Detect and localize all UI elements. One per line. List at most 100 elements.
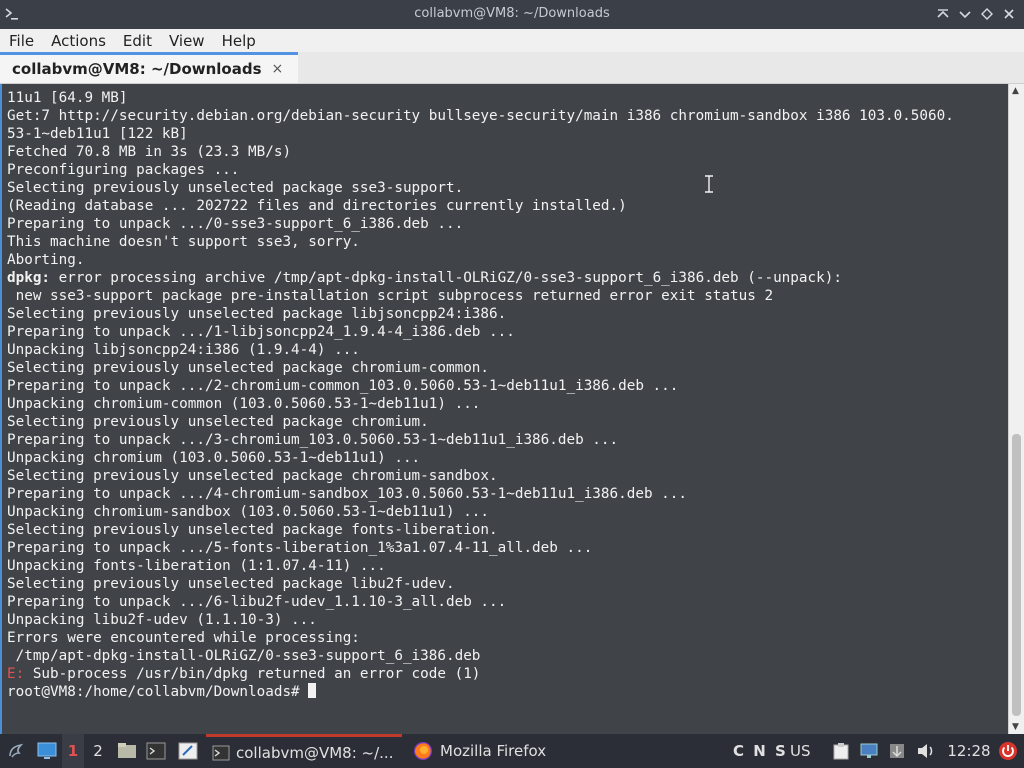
workspace-2[interactable]: 2 <box>88 734 108 768</box>
clock[interactable]: 12:28 <box>944 734 994 768</box>
terminal-line: (Reading database ... 202722 files and d… <box>7 197 954 215</box>
terminal-line-text: 53-1~deb11u1 [122 kB] <box>7 126 188 142</box>
task-terminal[interactable]: collabvm@VM8: ~/... <box>206 734 402 768</box>
tab-label: collabvm@VM8: ~/Downloads <box>12 60 262 78</box>
terminal-line-text: Unpacking libu2f-udev (1.1.10-3) ... <box>7 612 317 628</box>
maximize-icon[interactable] <box>934 5 952 23</box>
terminal-line: Preparing to unpack .../0-sse3-support_6… <box>7 215 954 233</box>
scroll-down-icon[interactable]: ▼ <box>1012 722 1019 732</box>
minimize-icon[interactable] <box>956 5 974 23</box>
terminal-line-text: Preparing to unpack .../5-fonts-liberati… <box>7 540 593 556</box>
file-manager-icon[interactable] <box>114 734 140 768</box>
terminal-line: Selecting previously unselected package … <box>7 413 954 431</box>
scrollbar-thumb[interactable] <box>1012 434 1021 716</box>
terminal-line: Preparing to unpack .../5-fonts-liberati… <box>7 539 954 557</box>
terminal-line-text: Preparing to unpack .../4-chromium-sandb… <box>7 486 687 502</box>
terminal-line: Unpacking chromium-common (103.0.5060.53… <box>7 395 954 413</box>
terminal-line: Preparing to unpack .../2-chromium-commo… <box>7 377 954 395</box>
tab-bar: collabvm@VM8: ~/Downloads × <box>0 52 1024 84</box>
terminal-line-text: Preconfiguring packages ... <box>7 162 240 178</box>
error-prefix: E: <box>7 666 25 682</box>
terminal-line: Selecting previously unselected package … <box>7 467 954 485</box>
volume-icon[interactable] <box>914 734 938 768</box>
task-terminal-label: collabvm@VM8: ~/... <box>236 743 394 762</box>
workspace-1[interactable]: 1 <box>62 734 84 768</box>
terminal-icon <box>212 745 230 760</box>
firefox-icon <box>414 742 432 760</box>
terminal-line-text: Selecting previously unselected package … <box>7 360 490 376</box>
terminal-line: Fetched 70.8 MB in 3s (23.3 MB/s) <box>7 143 954 161</box>
terminal-line-text: (Reading database ... 202722 files and d… <box>7 198 627 214</box>
updates-icon[interactable] <box>886 734 908 768</box>
terminal-launcher-icon[interactable] <box>144 734 168 768</box>
menu-actions[interactable]: Actions <box>42 32 114 50</box>
terminal-line-text: Selecting previously unselected package … <box>7 522 498 538</box>
text-editor-icon[interactable] <box>176 734 200 768</box>
terminal-line-text: Get:7 http://security.debian.org/debian-… <box>7 108 954 124</box>
keyboard-layout[interactable]: US <box>790 734 816 768</box>
terminal-line-text: Selecting previously unselected package … <box>7 306 507 322</box>
menu-help[interactable]: Help <box>213 32 264 50</box>
terminal-line: dpkg: error processing archive /tmp/apt-… <box>7 269 954 287</box>
terminal-line: new sse3-support package pre-installatio… <box>7 287 954 305</box>
menu-view[interactable]: View <box>160 32 213 50</box>
workspace-2-label: 2 <box>93 742 103 760</box>
terminal-line-text: Aborting. <box>7 252 85 268</box>
close-icon[interactable] <box>1000 5 1018 23</box>
terminal-line: Selecting previously unselected package … <box>7 521 954 539</box>
terminal-line: root@VM8:/home/collabvm/Downloads# <box>7 683 954 701</box>
window-titlebar[interactable]: collabvm@VM8: ~/Downloads <box>0 0 1024 29</box>
task-firefox[interactable]: Mozilla Firefox <box>408 734 588 768</box>
terminal-line: Preconfiguring packages ... <box>7 161 954 179</box>
workspace-1-label: 1 <box>67 742 79 760</box>
sticky-icon[interactable] <box>978 5 996 23</box>
network-icon[interactable] <box>858 734 880 768</box>
terminal-line-text: Preparing to unpack .../2-chromium-commo… <box>7 378 679 394</box>
terminal-line-text: Preparing to unpack .../6-libu2f-udev_1.… <box>7 594 507 610</box>
terminal-line: 53-1~deb11u1 [122 kB] <box>7 125 954 143</box>
terminal-line-text: This machine doesn't support sse3, sorry… <box>7 234 360 250</box>
terminal-line: Selecting previously unselected package … <box>7 359 954 377</box>
terminal-line-text: /tmp/apt-dpkg-install-OLRiGZ/0-sse3-supp… <box>7 648 481 664</box>
terminal-line-text: error processing archive /tmp/apt-dpkg-i… <box>50 270 842 286</box>
task-firefox-label: Mozilla Firefox <box>440 742 547 760</box>
terminal-line: This machine doesn't support sse3, sorry… <box>7 233 954 251</box>
clipboard-icon[interactable] <box>830 734 852 768</box>
terminal-line-text: Sub-process /usr/bin/dpkg returned an er… <box>24 666 481 682</box>
terminal-line: Get:7 http://security.debian.org/debian-… <box>7 107 954 125</box>
terminal-line-text: Selecting previously unselected package … <box>7 180 464 196</box>
terminal-line: Unpacking chromium (103.0.5060.53-1~deb1… <box>7 449 954 467</box>
terminal-line-text: new sse3-support package pre-installatio… <box>7 288 774 304</box>
power-icon[interactable] <box>996 734 1020 768</box>
show-desktop-icon[interactable] <box>34 734 60 768</box>
terminal-line-text: Preparing to unpack .../0-sse3-support_6… <box>7 216 464 232</box>
terminal-line-text: Unpacking chromium-common (103.0.5060.53… <box>7 396 481 412</box>
terminal-line: Preparing to unpack .../1-libjsoncpp24_1… <box>7 323 954 341</box>
terminal-line: Unpacking libu2f-udev (1.1.10-3) ... <box>7 611 954 629</box>
terminal-line-text: Unpacking chromium (103.0.5060.53-1~deb1… <box>7 450 421 466</box>
tab-terminal[interactable]: collabvm@VM8: ~/Downloads × <box>0 52 298 83</box>
terminal-line-text: Errors were encountered while processing… <box>7 630 360 646</box>
scroll-up-icon[interactable]: ▲ <box>1012 86 1019 96</box>
terminal-line: Aborting. <box>7 251 954 269</box>
terminal-line: Errors were encountered while processing… <box>7 629 954 647</box>
terminal-line: /tmp/apt-dpkg-install-OLRiGZ/0-sse3-supp… <box>7 647 954 665</box>
terminal-line: Unpacking fonts-liberation (1:1.07.4-11)… <box>7 557 954 575</box>
terminal-line-text: Unpacking libjsoncpp24:i386 (1.9.4-4) ..… <box>7 342 360 358</box>
dpkg-prefix: dpkg: <box>7 270 51 286</box>
app-menu-icon[interactable] <box>4 734 28 768</box>
terminal-scrollbar[interactable]: ▲ ▼ <box>1008 84 1024 734</box>
terminal-line-text: Unpacking chromium-sandbox (103.0.5060.5… <box>7 504 490 520</box>
menu-file[interactable]: File <box>0 32 42 50</box>
tab-close-icon[interactable]: × <box>272 61 284 77</box>
terminal-line-text: Selecting previously unselected package … <box>7 414 429 430</box>
terminal-line: Selecting previously unselected package … <box>7 305 954 323</box>
terminal-line-text: 11u1 [64.9 MB] <box>7 90 128 106</box>
terminal-line-text: Preparing to unpack .../3-chromium_103.0… <box>7 432 619 448</box>
terminal-line: Selecting previously unselected package … <box>7 179 954 197</box>
terminal-line: Selecting previously unselected package … <box>7 575 954 593</box>
terminal-output[interactable]: 11u1 [64.9 MB] Get:7 http://security.debi… <box>0 84 1010 734</box>
terminal-line-text: Preparing to unpack .../1-libjsoncpp24_1… <box>7 324 515 340</box>
terminal-line: Preparing to unpack .../6-libu2f-udev_1.… <box>7 593 954 611</box>
menu-edit[interactable]: Edit <box>114 32 160 50</box>
